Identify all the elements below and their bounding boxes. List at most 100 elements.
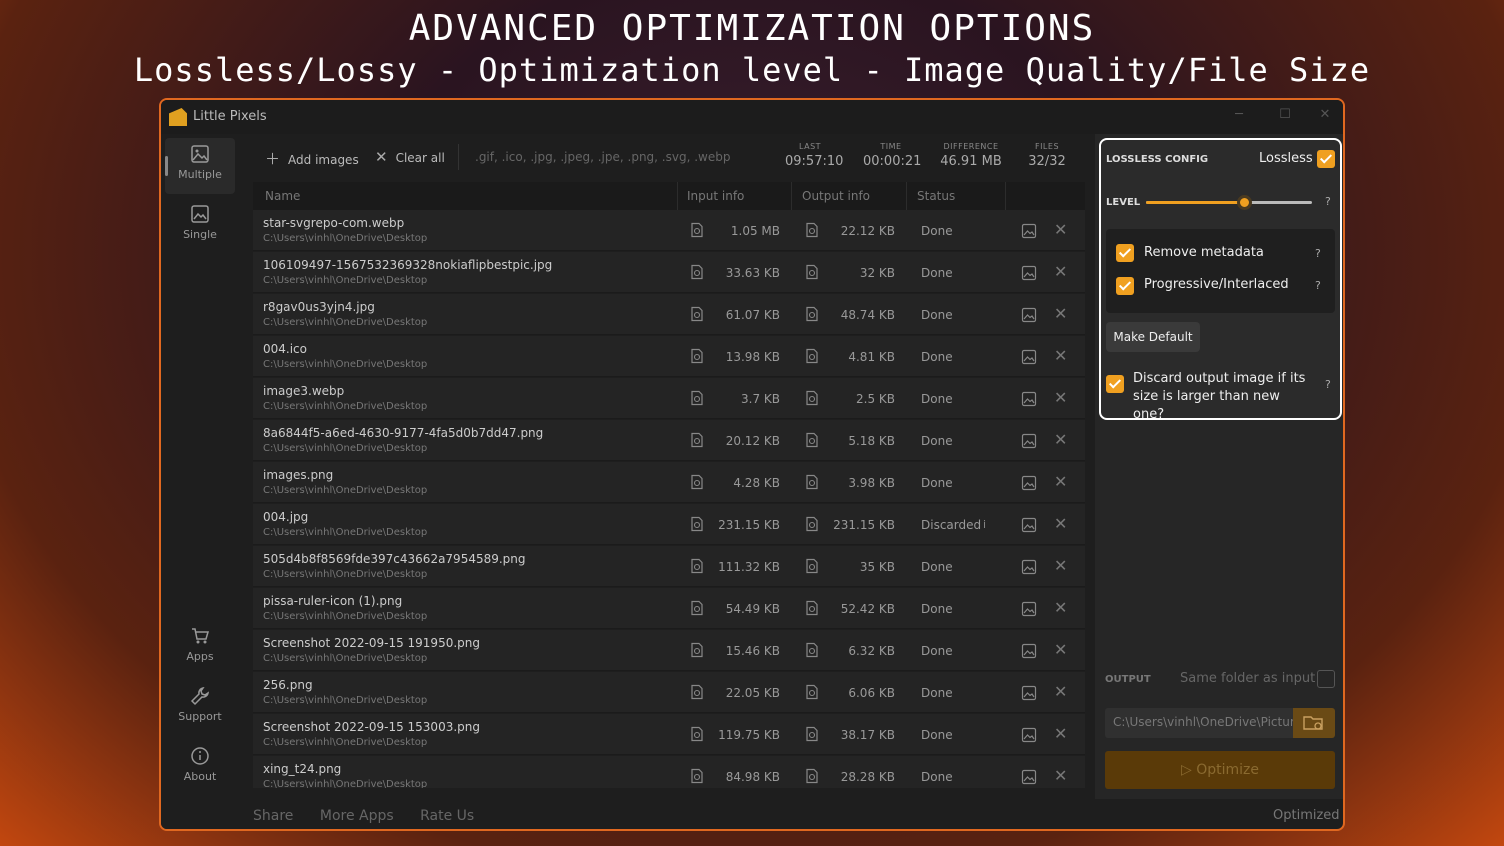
output-file-icon[interactable] xyxy=(804,348,820,364)
input-file-icon[interactable] xyxy=(689,558,705,574)
open-image-icon[interactable] xyxy=(1021,559,1037,575)
remove-row-icon[interactable]: ✕ xyxy=(1054,388,1067,407)
input-file-icon[interactable] xyxy=(689,474,705,490)
output-file-icon[interactable] xyxy=(804,432,820,448)
open-image-icon[interactable] xyxy=(1021,265,1037,281)
remove-row-icon[interactable]: ✕ xyxy=(1054,430,1067,449)
sidebar-item-about[interactable]: About xyxy=(165,740,235,796)
table-row[interactable]: images.png C:\Users\vinhl\OneDrive\Deskto… xyxy=(253,462,1085,503)
output-file-icon[interactable] xyxy=(804,474,820,490)
table-row[interactable]: 505d4b8f8569fde397c43662a7954589.png C:\U… xyxy=(253,546,1085,587)
table-row[interactable]: 106109497-1567532369328nokiaflipbestpic.… xyxy=(253,252,1085,293)
remove-metadata-help-icon[interactable]: ? xyxy=(1315,247,1321,260)
remove-row-icon[interactable]: ✕ xyxy=(1054,598,1067,617)
column-status[interactable]: Status xyxy=(917,189,955,203)
open-image-icon[interactable] xyxy=(1021,727,1037,743)
sidebar-item-multiple[interactable]: Multiple xyxy=(165,138,235,194)
input-file-icon[interactable] xyxy=(689,222,705,238)
output-file-icon[interactable] xyxy=(804,222,820,238)
remove-metadata-checkbox[interactable] xyxy=(1116,244,1134,262)
input-file-icon[interactable] xyxy=(689,348,705,364)
level-slider-thumb[interactable] xyxy=(1236,195,1252,210)
remove-row-icon[interactable]: ✕ xyxy=(1054,262,1067,281)
remove-row-icon[interactable]: ✕ xyxy=(1054,640,1067,659)
sidebar-item-apps[interactable]: Apps xyxy=(165,620,235,676)
remove-row-icon[interactable]: ✕ xyxy=(1054,766,1067,785)
clear-all-button[interactable]: ✕ Clear all xyxy=(375,148,445,166)
input-file-icon[interactable] xyxy=(689,390,705,406)
input-file-icon[interactable] xyxy=(689,726,705,742)
sidebar-item-single[interactable]: Single xyxy=(165,198,235,254)
input-file-icon[interactable] xyxy=(689,306,705,322)
input-file-icon[interactable] xyxy=(689,684,705,700)
more-apps-link[interactable]: More Apps xyxy=(320,808,394,824)
output-file-icon[interactable] xyxy=(804,684,820,700)
table-row[interactable]: image3.webp C:\Users\vinhl\OneDrive\Deskt… xyxy=(253,378,1085,419)
open-image-icon[interactable] xyxy=(1021,391,1037,407)
table-row[interactable]: Screenshot 2022-09-15 191950.png C:\Users… xyxy=(253,630,1085,671)
open-image-icon[interactable] xyxy=(1021,223,1037,239)
lossless-checkbox[interactable] xyxy=(1317,150,1335,168)
input-file-icon[interactable] xyxy=(689,768,705,784)
remove-row-icon[interactable]: ✕ xyxy=(1054,346,1067,365)
remove-row-icon[interactable]: ✕ xyxy=(1054,472,1067,491)
sidebar-item-support[interactable]: Support xyxy=(165,680,235,736)
table-row[interactable]: 8a6844f5-a6ed-4630-9177-4fa5d0b7dd47.png… xyxy=(253,420,1085,461)
open-image-icon[interactable] xyxy=(1021,517,1037,533)
table-row[interactable]: pissa-ruler-icon (1).png C:\Users\vinhl\O… xyxy=(253,588,1085,629)
table-row[interactable]: Screenshot 2022-09-15 153003.png C:\Users… xyxy=(253,714,1085,755)
output-file-icon[interactable] xyxy=(804,642,820,658)
input-file-icon[interactable] xyxy=(689,264,705,280)
remove-row-icon[interactable]: ✕ xyxy=(1054,304,1067,323)
discard-help-icon[interactable]: ? xyxy=(1325,378,1331,391)
column-input-info[interactable]: Input info xyxy=(687,189,744,203)
share-link[interactable]: Share xyxy=(253,808,293,824)
browse-folder-button[interactable] xyxy=(1293,708,1335,738)
open-image-icon[interactable] xyxy=(1021,475,1037,491)
optimize-button[interactable]: ▷ Optimize xyxy=(1105,751,1335,789)
minimize-icon[interactable]: ─ xyxy=(1229,107,1249,127)
close-window-icon[interactable]: ✕ xyxy=(1315,107,1335,127)
column-output-info[interactable]: Output info xyxy=(802,189,870,203)
progressive-help-icon[interactable]: ? xyxy=(1315,279,1321,292)
output-file-icon[interactable] xyxy=(804,558,820,574)
same-folder-checkbox[interactable] xyxy=(1317,670,1335,688)
table-row[interactable]: r8gav0us3yjn4.jpg C:\Users\vinhl\OneDrive… xyxy=(253,294,1085,335)
discard-checkbox[interactable] xyxy=(1106,375,1124,393)
table-row[interactable]: 004.jpg C:\Users\vinhl\OneDrive\Desktop 23… xyxy=(253,504,1085,545)
maximize-icon[interactable]: ☐ xyxy=(1275,107,1295,127)
output-path-field[interactable]: C:\Users\vinhl\OneDrive\Pictures xyxy=(1105,708,1293,738)
output-file-icon[interactable] xyxy=(804,264,820,280)
rate-us-link[interactable]: Rate Us xyxy=(420,808,474,824)
output-file-icon[interactable] xyxy=(804,768,820,784)
input-file-icon[interactable] xyxy=(689,432,705,448)
level-slider[interactable] xyxy=(1146,195,1312,210)
output-file-icon[interactable] xyxy=(804,306,820,322)
make-default-button[interactable]: Make Default xyxy=(1106,322,1200,352)
table-row[interactable]: 004.ico C:\Users\vinhl\OneDrive\Desktop 13… xyxy=(253,336,1085,377)
status-info-icon[interactable]: i xyxy=(983,518,986,531)
open-image-icon[interactable] xyxy=(1021,601,1037,617)
table-row[interactable]: xing_t24.png C:\Users\vinhl\OneDrive\Desk… xyxy=(253,756,1085,788)
open-image-icon[interactable] xyxy=(1021,307,1037,323)
input-file-icon[interactable] xyxy=(689,642,705,658)
output-file-icon[interactable] xyxy=(804,600,820,616)
output-file-icon[interactable] xyxy=(804,726,820,742)
output-file-icon[interactable] xyxy=(804,516,820,532)
open-image-icon[interactable] xyxy=(1021,643,1037,659)
open-image-icon[interactable] xyxy=(1021,769,1037,785)
open-image-icon[interactable] xyxy=(1021,433,1037,449)
table-row[interactable]: 256.png C:\Users\vinhl\OneDrive\Desktop 22… xyxy=(253,672,1085,713)
remove-row-icon[interactable]: ✕ xyxy=(1054,220,1067,239)
remove-row-icon[interactable]: ✕ xyxy=(1054,682,1067,701)
remove-row-icon[interactable]: ✕ xyxy=(1054,556,1067,575)
level-help-icon[interactable]: ? xyxy=(1325,195,1331,208)
progressive-checkbox[interactable] xyxy=(1116,277,1134,295)
input-file-icon[interactable] xyxy=(689,516,705,532)
table-row[interactable]: star-svgrepo-com.webp C:\Users\vinhl\OneD… xyxy=(253,210,1085,251)
add-images-button[interactable]: ＋ Add images xyxy=(265,148,359,169)
output-file-icon[interactable] xyxy=(804,390,820,406)
open-image-icon[interactable] xyxy=(1021,685,1037,701)
open-image-icon[interactable] xyxy=(1021,349,1037,365)
remove-row-icon[interactable]: ✕ xyxy=(1054,514,1067,533)
